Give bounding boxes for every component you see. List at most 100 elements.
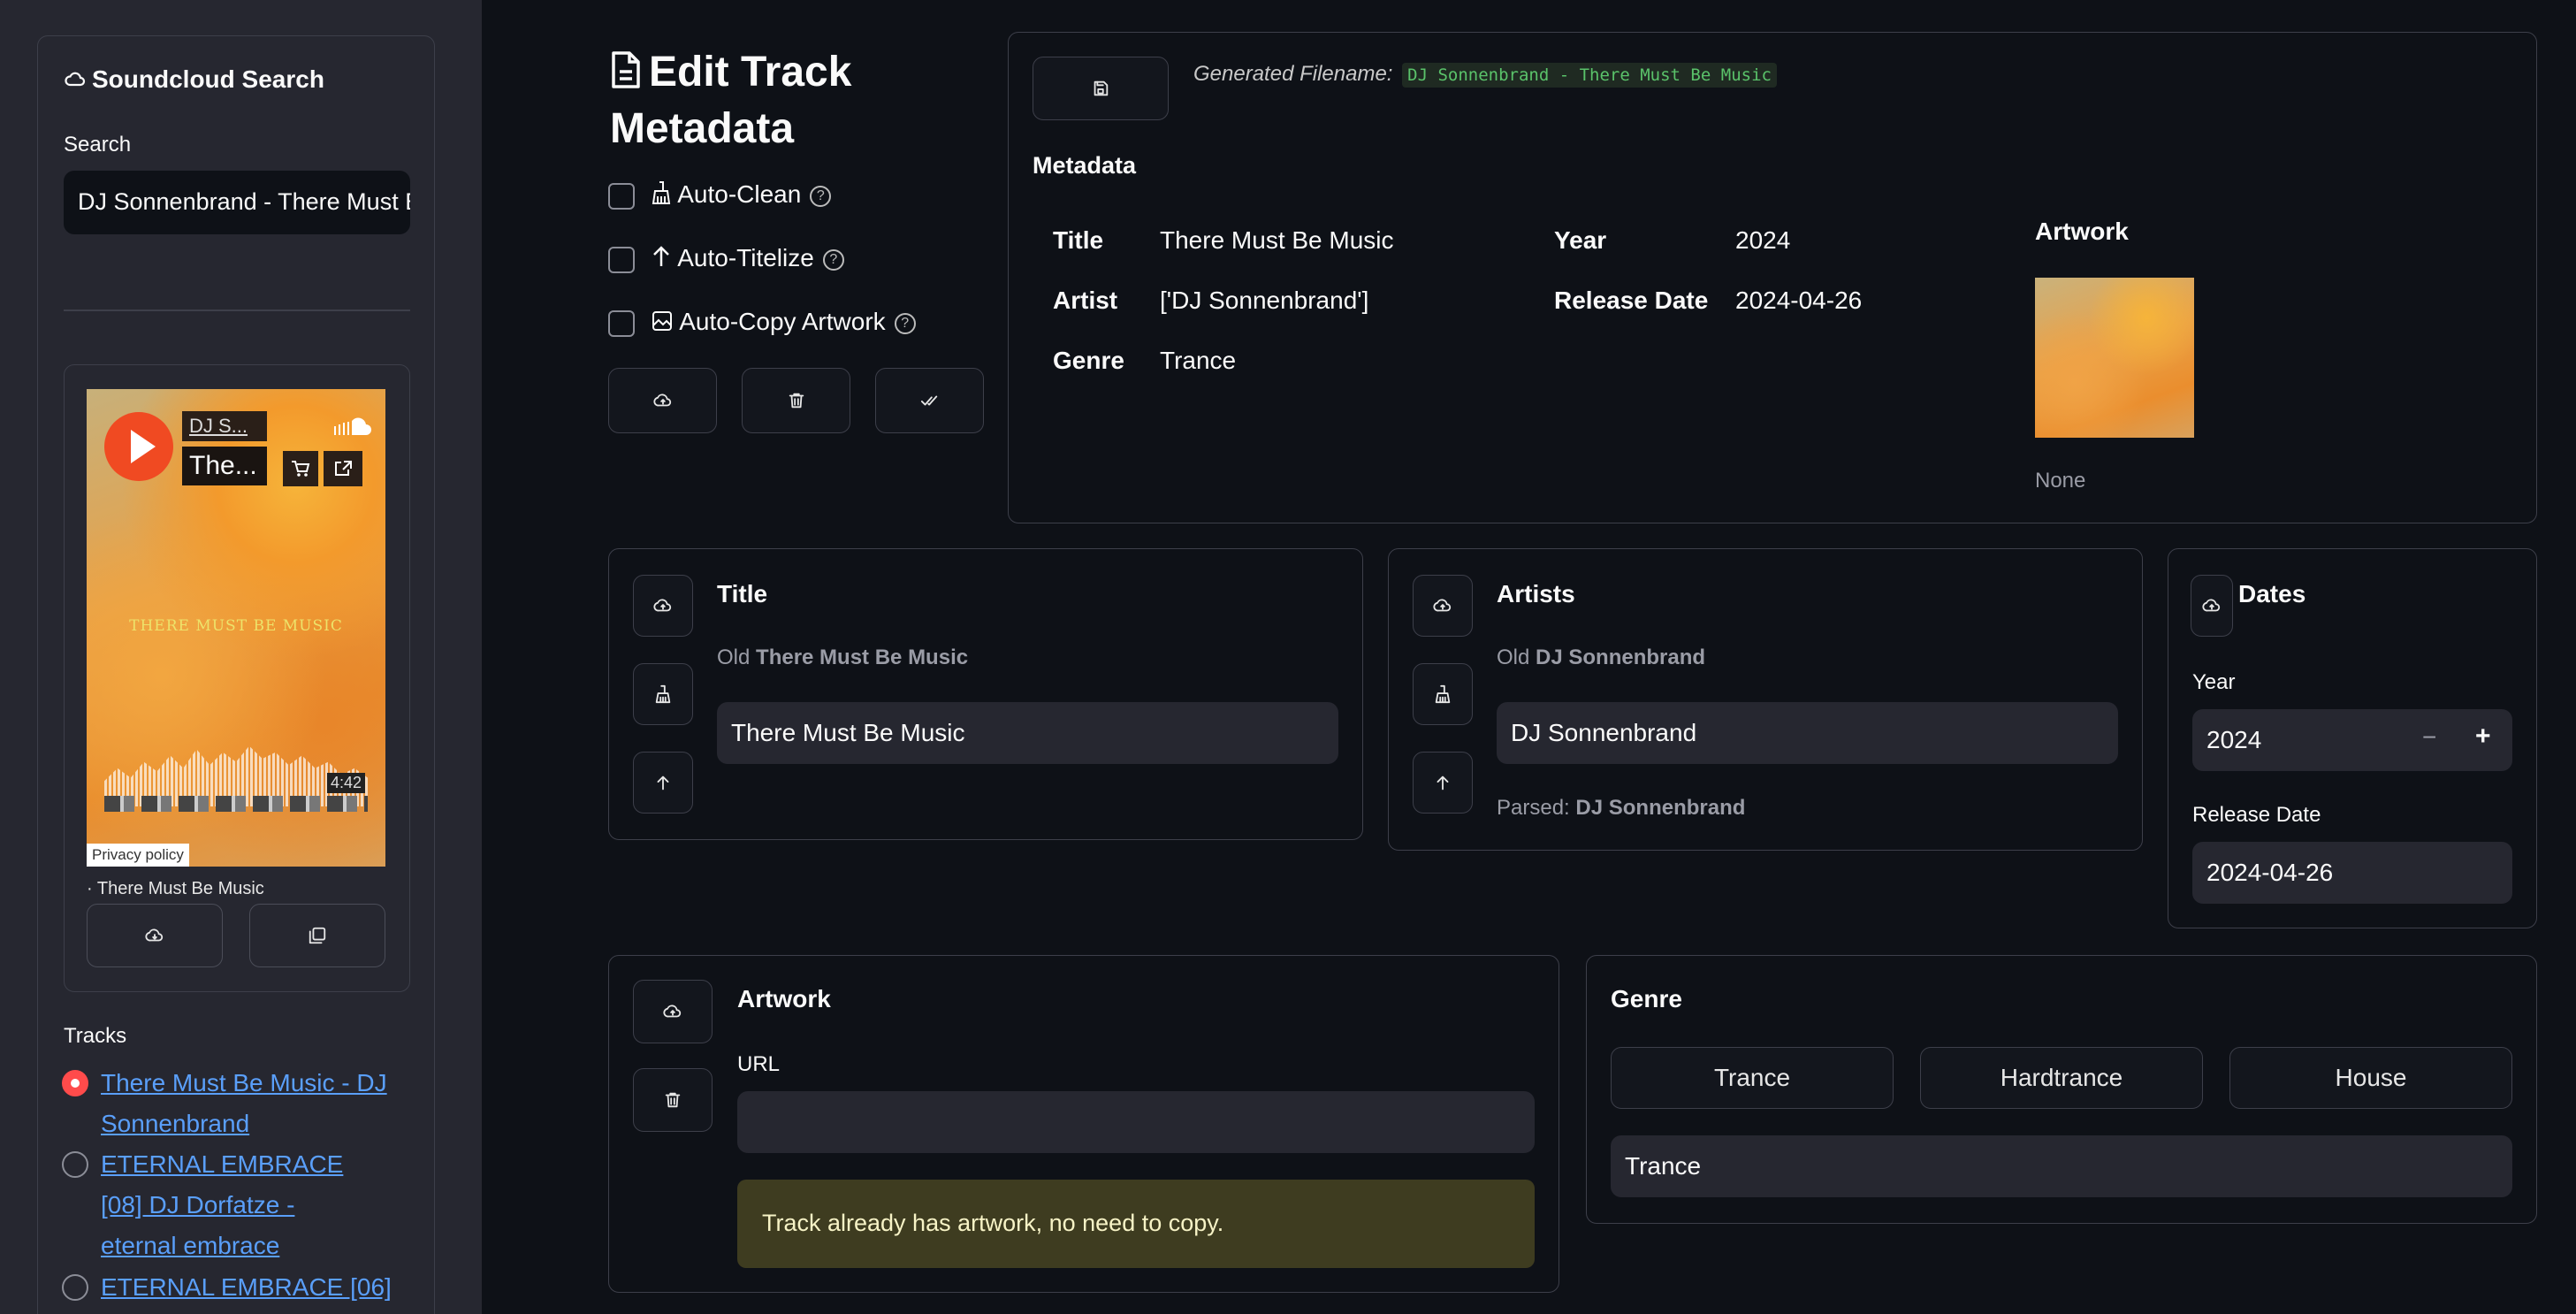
artists-card-heading: Artists xyxy=(1497,580,1575,607)
mark-done-button[interactable] xyxy=(875,368,984,433)
trash-icon xyxy=(789,393,804,409)
player-title-link[interactable]: The... xyxy=(182,447,267,485)
copy-button[interactable] xyxy=(249,904,385,967)
artwork-card-heading: Artwork xyxy=(737,985,831,1012)
filename-value: DJ Sonnenbrand - There Must Be Music xyxy=(1402,63,1777,88)
play-button[interactable] xyxy=(104,412,173,481)
url-input[interactable] xyxy=(737,1091,1535,1153)
auto-titelize-checkbox[interactable] xyxy=(608,247,635,273)
track-link-3[interactable]: ETERNAL EMBRACE [06] xyxy=(101,1267,392,1308)
generated-filename: Generated Filename: DJ Sonnenbrand - The… xyxy=(1193,62,1777,88)
artwork-text: THERE MUST BE MUSIC xyxy=(129,617,343,635)
play-icon xyxy=(131,430,156,463)
old-value: DJ Sonnenbrand xyxy=(1536,646,1706,669)
arrow-up-icon xyxy=(657,775,669,791)
artwork-delete-button[interactable] xyxy=(633,1068,713,1132)
save-button[interactable] xyxy=(1033,57,1169,120)
delete-button[interactable] xyxy=(742,368,850,433)
meta-year-value: 2024 xyxy=(1735,226,1791,254)
auto-titelize-text: Auto-Titelize xyxy=(677,244,814,271)
meta-genre-value: Trance xyxy=(1160,347,1237,374)
release-date-label: Release Date xyxy=(2192,803,2321,827)
old-prefix: Old xyxy=(1497,646,1530,669)
title-clean-button[interactable] xyxy=(633,663,693,725)
cloud-upload-icon xyxy=(2202,599,2221,612)
release-date-input[interactable]: 2024-04-26 xyxy=(2192,842,2512,904)
title-old: Old There Must Be Music xyxy=(717,646,968,670)
waveform-comments xyxy=(104,796,368,812)
dates-card-heading: Dates xyxy=(2238,580,2306,607)
meta-title-label: Title xyxy=(1053,226,1104,254)
genre-option-trance[interactable]: Trance xyxy=(1611,1047,1894,1109)
filename-label: Generated Filename: xyxy=(1193,62,1393,86)
meta-release-value: 2024-04-26 xyxy=(1735,286,1863,314)
buy-button[interactable] xyxy=(283,451,318,486)
divider xyxy=(64,309,410,311)
meta-title-value: There Must Be Music xyxy=(1160,226,1394,254)
auto-clean-label: Auto-Clean? xyxy=(651,180,832,211)
auto-clean-text: Auto-Clean xyxy=(677,180,802,208)
tracks-label: Tracks xyxy=(64,1024,127,1048)
broom-icon xyxy=(655,684,671,704)
dates-upload-button[interactable] xyxy=(2191,575,2233,637)
arrow-up-icon xyxy=(1437,775,1449,791)
title-titelize-button[interactable] xyxy=(633,752,693,814)
year-decrement-button[interactable]: − xyxy=(2422,723,2436,752)
track-link-1[interactable]: There Must Be Music - DJ Sonnenbrand xyxy=(101,1063,392,1144)
broom-icon xyxy=(651,180,672,211)
share-icon xyxy=(335,461,352,476)
search-input[interactable]: DJ Sonnenbrand - There Must Be Music xyxy=(64,171,410,234)
share-button[interactable] xyxy=(324,451,362,486)
track-radio-1[interactable] xyxy=(62,1070,88,1096)
genre-card-heading: Genre xyxy=(1611,985,1682,1012)
trash-icon xyxy=(665,1092,681,1108)
artists-input[interactable]: DJ Sonnenbrand xyxy=(1497,702,2118,764)
genre-option-house[interactable]: House xyxy=(2229,1047,2512,1109)
old-value: There Must Be Music xyxy=(756,646,969,669)
track-radio-2[interactable] xyxy=(62,1151,88,1178)
auto-copy-artwork-label: Auto-Copy Artwork? xyxy=(651,308,916,339)
artwork-notice: Track already has artwork, no need to co… xyxy=(737,1180,1535,1268)
arrow-up-icon xyxy=(651,245,672,274)
meta-year-label: Year xyxy=(1554,226,1607,254)
meta-artwork-label: Artwork xyxy=(2035,218,2129,245)
auto-titelize-label: Auto-Titelize? xyxy=(651,244,844,274)
artists-upload-button[interactable] xyxy=(1413,575,1473,637)
sidebar-title-text: Soundcloud Search xyxy=(92,65,324,93)
artists-old: Old DJ Sonnenbrand xyxy=(1497,646,1705,670)
year-increment-button[interactable]: + xyxy=(2475,722,2491,752)
cloud-upload-icon xyxy=(1433,599,1452,612)
player-artist-link[interactable]: DJ S... xyxy=(182,411,267,441)
artwork-upload-button[interactable] xyxy=(633,980,713,1043)
artwork-thumbnail xyxy=(2035,278,2194,438)
page-title: Edit Track Metadata xyxy=(610,46,946,156)
artists-clean-button[interactable] xyxy=(1413,663,1473,725)
cart-icon xyxy=(292,461,310,477)
artists-titelize-button[interactable] xyxy=(1413,752,1473,814)
meta-artist-label: Artist xyxy=(1053,286,1118,314)
artists-parsed: Parsed: DJ Sonnenbrand xyxy=(1497,796,1745,821)
search-input-value: DJ Sonnenbrand - There Must Be Music xyxy=(78,188,410,215)
copy-icon xyxy=(309,927,326,944)
genre-option-hardtrance[interactable]: Hardtrance xyxy=(1920,1047,2203,1109)
upload-button[interactable] xyxy=(608,368,717,433)
title-input[interactable]: There Must Be Music xyxy=(717,702,1338,764)
genre-input[interactable]: Trance xyxy=(1611,1135,2512,1197)
soundcloud-player[interactable]: DJ S... The... THERE MUST BE MUSIC 4:42 … xyxy=(87,389,385,867)
download-button[interactable] xyxy=(87,904,223,967)
help-icon[interactable]: ? xyxy=(894,312,916,334)
parsed-value: DJ Sonnenbrand xyxy=(1575,796,1746,820)
help-icon[interactable]: ? xyxy=(810,185,832,207)
privacy-policy-link[interactable]: Privacy policy xyxy=(87,844,189,867)
track-link-2[interactable]: ETERNAL EMBRACE [08] DJ Dorfatze - etern… xyxy=(101,1144,366,1266)
parsed-prefix: Parsed: xyxy=(1497,796,1570,820)
auto-copy-artwork-checkbox[interactable] xyxy=(608,310,635,337)
soundcloud-logo-icon xyxy=(332,417,371,441)
title-upload-button[interactable] xyxy=(633,575,693,637)
auto-clean-checkbox[interactable] xyxy=(608,183,635,210)
auto-copy-artwork-text: Auto-Copy Artwork xyxy=(679,308,886,335)
track-radio-3[interactable] xyxy=(62,1274,88,1301)
broom-icon xyxy=(1435,684,1451,704)
year-input[interactable]: 2024 xyxy=(2192,709,2512,771)
help-icon[interactable]: ? xyxy=(822,248,844,271)
